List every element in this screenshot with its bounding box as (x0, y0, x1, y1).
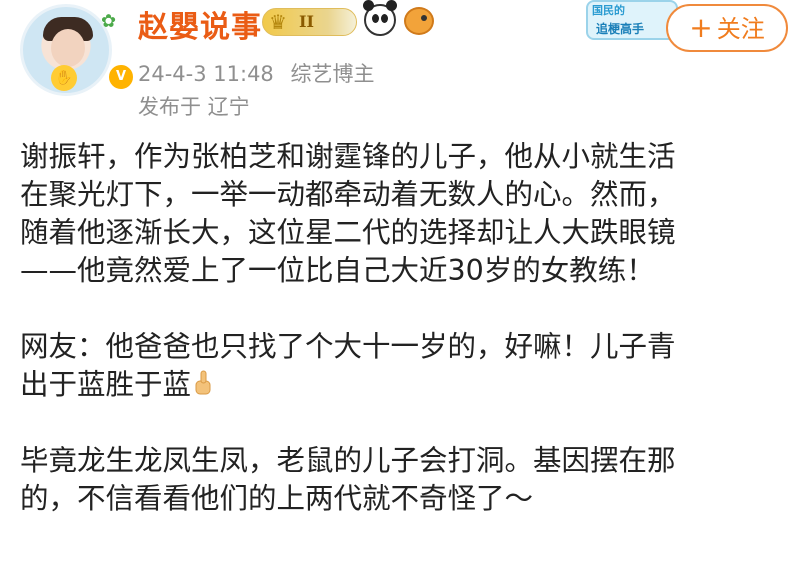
follow-label: 关注 (716, 15, 765, 43)
level-badge[interactable]: ♛ II (262, 8, 357, 36)
panda-ear (363, 0, 374, 11)
sticker-line2: 追梗高手 (596, 22, 645, 36)
plus-icon: + (689, 11, 713, 44)
promo-sticker[interactable]: 国民的 追梗高手 (586, 0, 678, 40)
post-location: 发布于 辽宁 (138, 95, 250, 119)
post-line: 毕竟龙生龙凤生凤，老鼠的儿子会打洞。基因摆在那 (20, 444, 676, 477)
post-line-with-emoji: 出于蓝胜于蓝 (20, 366, 790, 404)
post-line: 谢振轩，作为张柏芝和谢霆锋的儿子，他从小就生活 (20, 140, 676, 173)
user-category: 综艺博主 (290, 62, 375, 86)
panda-icon[interactable] (363, 0, 397, 36)
follow-button[interactable]: + 关注 (666, 4, 788, 52)
hand-badge-icon: ✋ (51, 65, 77, 91)
post-line: 随着他逐渐长大，这位星二代的选择却让人大跌眼镜 (20, 216, 676, 249)
post-body: 谢振轩，作为张柏芝和谢霆锋的儿子，他从小就生活 在聚光灯下，一举一动都牵动着无数… (20, 138, 790, 518)
post-timestamp[interactable]: 24-4-3 11:48 (138, 62, 274, 86)
post-line: 在聚光灯下，一举一动都牵动着无数人的心。然而， (20, 178, 676, 211)
sticker-line1: 国民的 (592, 4, 625, 17)
post-meta: 24-4-3 11:48 综艺博主 (138, 58, 384, 88)
username[interactable]: 赵嬰说事 (138, 2, 262, 46)
panda-ear (386, 0, 397, 11)
post-line: 网友：他爸爸也只找了个大十一岁的，好嘛！儿子青 (20, 330, 676, 363)
thumbs-up-icon (195, 370, 211, 395)
avatar[interactable]: ✿ ✋ V (20, 4, 135, 96)
post-header: ✿ ✋ V 赵嬰说事 ♛ II 24-4-3 11:48 综艺博主 发布于 辽宁… (0, 0, 800, 130)
post-line: 的，不信看看他们的上两代就不奇怪了～ (20, 482, 534, 515)
leaf-icon: ✿ (101, 11, 117, 32)
verified-v-icon: V (107, 63, 135, 91)
post-line: ——他竟然爱上了一位比自己大近30岁的女教练！ (20, 254, 655, 287)
fish-icon[interactable] (404, 7, 434, 35)
avatar-face (51, 29, 85, 67)
level-badge-text: II (299, 12, 314, 31)
crown-icon: ♛ (269, 10, 287, 34)
post-line-text: 出于蓝胜于蓝 (20, 368, 192, 401)
